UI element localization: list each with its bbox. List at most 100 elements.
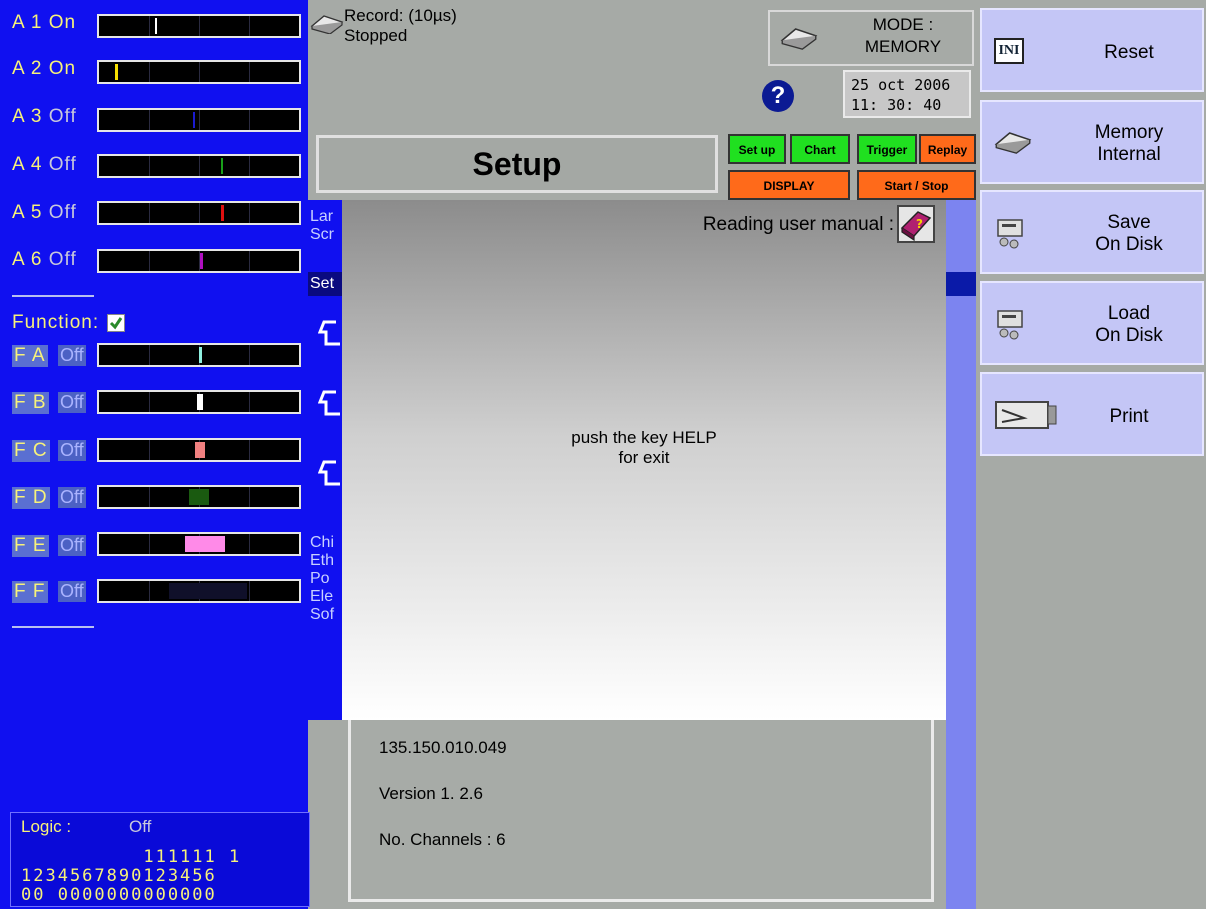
function-fa-marker [199,347,202,363]
ini-icon: INI [994,38,1024,64]
channel-a2-label[interactable]: A 2 On [12,58,76,80]
channel-a3-bar[interactable] [97,108,301,132]
mode-indicator[interactable]: MODE : MEMORY [768,10,974,66]
function-label-text: Function: [12,312,100,333]
function-fa-state[interactable]: Off [58,345,86,366]
print-button[interactable]: Print [980,372,1204,456]
channel-a6-marker [200,253,203,269]
memory-chip-icon [780,28,818,50]
page-title: Setup [472,146,562,182]
menu-item-partial[interactable]: Scr [310,226,334,244]
logic-state[interactable]: Off [129,817,151,837]
reset-button[interactable]: INI Reset [980,8,1204,92]
memory-internal-button[interactable]: Memory Internal [980,100,1204,184]
function-fb-state[interactable]: Off [58,392,86,413]
save-on-disk-button[interactable]: Save On Disk [980,190,1204,274]
function-ff-state[interactable]: Off [58,581,86,602]
save-label: Save On Disk [1054,212,1204,256]
channel-a3-marker [193,112,195,128]
display-button[interactable]: DISPLAY [728,170,850,200]
mode-label: MODE : [872,15,934,34]
memory-chip-icon [310,15,344,34]
logic-tens-row: 111111 1 [21,847,242,867]
function-fc-label[interactable]: F C [12,440,50,462]
channel-name: A 2 [12,58,43,79]
signal-icon [318,320,340,346]
date-text: 25 oct 2006 [851,76,951,94]
tab-replay[interactable]: Replay [919,134,976,164]
function-fa-label[interactable]: F A [12,345,48,367]
memory-label-line1: Memory [1094,122,1164,143]
divider [12,626,94,628]
logic-values-row: 00 0000000000000 [21,885,217,905]
save-label-line2: On Disk [1095,234,1163,255]
function-fd-state[interactable]: Off [58,487,86,508]
function-fc-state[interactable]: Off [58,440,86,461]
memory-chip-icon [994,132,1032,154]
channel-a6-bar[interactable] [97,249,301,273]
svg-text:?: ? [916,217,923,231]
channel-a5-bar[interactable] [97,201,301,225]
printer-icon [995,401,1057,429]
help-message: push the key HELP for exit [342,428,946,468]
channel-a2-bar[interactable] [97,60,301,84]
function-fc-bar[interactable] [97,438,301,462]
mode-value: MEMORY [864,37,942,56]
disk-save-icon [997,219,1023,249]
channel-a1-marker [155,18,157,34]
time-text: 11: 30: 40 [851,96,942,114]
channel-a3-label[interactable]: A 3 Off [12,106,77,128]
user-manual-icon[interactable]: ? [896,204,936,244]
channel-a4-label[interactable]: A 4 Off [12,154,77,176]
function-fb-label[interactable]: F B [12,392,49,414]
menu-item-partial[interactable]: Eth [310,552,334,570]
menu-item-partial[interactable]: Sof [310,606,334,624]
function-fa-bar[interactable] [97,343,301,367]
channel-a4-bar[interactable] [97,154,301,178]
help-message-line1: push the key HELP [571,428,717,447]
device-info-panel: 135.150.010.049 Version 1. 2.6 No. Chann… [348,720,934,902]
disk-load-icon [997,310,1023,340]
memory-label: Memory Internal [1054,122,1204,166]
function-fc-marker [195,442,205,458]
function-fe-label[interactable]: F E [12,535,49,557]
function-ff-label[interactable]: F F [12,581,48,603]
function-fd-label[interactable]: F D [12,487,50,509]
function-checkbox[interactable] [107,314,125,332]
signal-icon [318,460,340,486]
menu-item-partial[interactable]: Chi [310,534,334,552]
function-fe-state[interactable]: Off [58,535,86,556]
load-on-disk-button[interactable]: Load On Disk [980,281,1204,365]
function-fe-bar[interactable] [97,532,301,556]
check-icon [109,317,123,330]
record-state: Stopped [344,26,408,45]
start-stop-button[interactable]: Start / Stop [857,170,976,200]
scrollbar-thumb[interactable] [946,272,976,296]
question-icon[interactable]: ? [762,80,794,112]
help-overlay[interactable]: Reading user manual : ? push the key HEL… [342,200,946,720]
function-fb-bar[interactable] [97,390,301,414]
channel-a2-marker [115,64,118,80]
tab-setup[interactable]: Set up [728,134,786,164]
tab-chart[interactable]: Chart [790,134,850,164]
datetime-display: 25 oct 2006 11: 30: 40 [843,70,971,118]
channel-name: A 5 [12,202,43,223]
channel-name: A 4 [12,154,43,175]
function-ff-bar[interactable] [97,579,301,603]
function-fd-bar[interactable] [97,485,301,509]
scrollbar[interactable] [946,200,976,909]
side-button-panel: INI Reset Memory Internal Save On Disk L… [978,0,1206,909]
manual-label: Reading user manual : [702,214,894,235]
tab-trigger[interactable]: Trigger [857,134,917,164]
channel-a1-label[interactable]: A 1 On [12,12,76,34]
channel-name: A 3 [12,106,43,127]
menu-item-partial[interactable]: Lar [310,208,333,226]
record-status: Record: (10µs) Stopped [344,6,457,46]
function-fd-marker [189,489,209,505]
channel-a5-label[interactable]: A 5 Off [12,202,77,224]
channel-a6-label[interactable]: A 6 Off [12,249,77,271]
menu-item-partial[interactable]: Po [310,570,330,588]
logic-panel[interactable]: Logic : Off 111111 1 1234567890123456 00… [10,812,310,907]
menu-item-partial[interactable]: Ele [310,588,333,606]
channel-a1-bar[interactable] [97,14,301,38]
